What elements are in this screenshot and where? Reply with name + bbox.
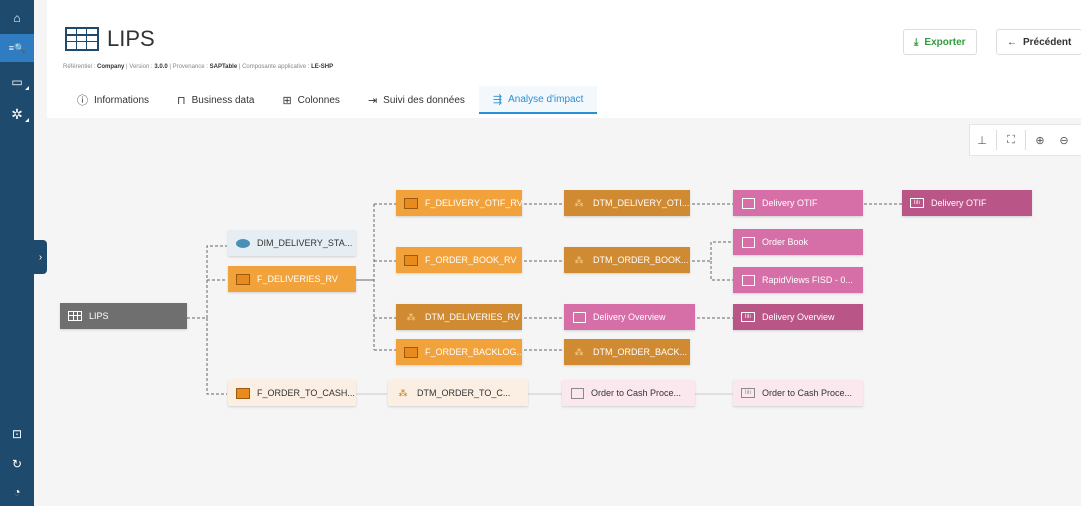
graph-node[interactable]: DIM_DELIVERY_STA...	[228, 230, 356, 256]
graph-node[interactable]: F_ORDER_TO_CASH...	[228, 380, 356, 406]
dashboard-icon: lılı	[908, 196, 926, 210]
graph-node[interactable]: Delivery Overview	[564, 304, 695, 330]
page-title: LIPS	[107, 26, 155, 51]
tab-analyse-impact[interactable]: ⇶ Analyse d'impact	[478, 86, 598, 114]
graph-node[interactable]: F_DELIVERIES_RV	[228, 266, 356, 292]
lineage-icon: ⇥	[367, 94, 378, 107]
graph-node[interactable]: ⁂ DTM_ORDER_BOOK...	[564, 247, 690, 273]
briefcase-icon: ⊓	[177, 94, 186, 107]
box-icon	[402, 196, 420, 210]
tab-informations[interactable]: ⓘ Informations	[63, 86, 163, 114]
tab-business-data[interactable]: ⊓ Business data	[163, 86, 268, 114]
card-icon[interactable]: ▭	[0, 68, 34, 96]
graph-node[interactable]: ⁂ DTM_DELIVERIES_RV	[396, 304, 522, 330]
graph-node[interactable]: Delivery OTIF	[733, 190, 863, 216]
datamart-icon: ⁂	[574, 197, 584, 208]
left-rail: ⌂ ≡🔍 ▭ ✲ ⊡ ↻ ◔	[0, 0, 34, 506]
impact-graph-canvas[interactable]: ⊥ ⛶ ⊕ ⊖ LIPS DIM_DELIVERY_STA... F_DELIV…	[47, 118, 1081, 506]
graph-node[interactable]: F_ORDER_BACKLOG...	[396, 339, 522, 365]
table-icon	[65, 27, 99, 51]
tab-bar: ⓘ Informations ⊓ Business data ⊞ Colonnes ⇥…	[63, 86, 598, 118]
dashboard-icon: lılı	[739, 386, 757, 400]
sidebar-expand-button[interactable]: ›	[34, 240, 47, 274]
dashboard-icon: lılı	[739, 310, 757, 324]
impact-icon: ⇶	[492, 93, 503, 106]
graph-node[interactable]: ⁂ DTM_DELIVERY_OTI...	[564, 190, 690, 216]
report-icon	[568, 386, 586, 400]
arrow-left-icon: ←	[1007, 36, 1017, 48]
box-icon	[402, 253, 420, 267]
import-icon[interactable]: ⊡	[0, 420, 34, 448]
tab-suivi-des-donnees[interactable]: ⇥ Suivi des données	[354, 86, 479, 114]
database-icon	[234, 236, 252, 250]
box-icon	[234, 386, 252, 400]
graph-node[interactable]: F_DELIVERY_OTIF_RV	[396, 190, 522, 216]
page-header: LIPS Référentiel : Company | Version : 3…	[47, 0, 1081, 118]
grid-icon: ⊞	[282, 94, 292, 107]
report-icon	[570, 310, 588, 324]
graph-node[interactable]: lılı Delivery Overview	[733, 304, 863, 330]
tab-colonnes[interactable]: ⊞ Colonnes	[268, 86, 353, 114]
info-icon: ⓘ	[77, 95, 88, 107]
home-icon[interactable]: ⌂	[0, 4, 34, 32]
search-list-icon[interactable]: ≡🔍	[0, 34, 34, 62]
report-icon	[739, 273, 757, 287]
network-icon[interactable]: ✲	[0, 100, 34, 128]
graph-node[interactable]: lılı Delivery OTIF	[902, 190, 1032, 216]
gauge-icon[interactable]: ◔	[0, 478, 34, 506]
report-icon	[739, 196, 757, 210]
box-icon	[234, 272, 252, 286]
app-window: ⌂ ≡🔍 ▭ ✲ ⊡ ↻ ◔ › LIPS Référentiel : Comp…	[0, 0, 1081, 506]
graph-node[interactable]: Order Book	[733, 229, 863, 255]
metadata-line: Référentiel : Company | Version : 3.0.0 …	[63, 64, 334, 70]
graph-node[interactable]: RapidViews FISD - 0...	[733, 267, 863, 293]
previous-button[interactable]: ← Précédent	[996, 29, 1081, 55]
graph-node[interactable]: LIPS	[60, 303, 187, 329]
download-icon: ⤓	[914, 36, 919, 48]
table-icon	[66, 309, 84, 323]
datamart-icon: ⁂	[574, 346, 584, 357]
report-icon	[739, 235, 757, 249]
graph-node[interactable]: ⁂ DTM_ORDER_BACK...	[564, 339, 690, 365]
export-button[interactable]: ⤓ Exporter	[903, 29, 977, 55]
graph-node[interactable]: ⁂ DTM_ORDER_TO_C...	[388, 380, 528, 406]
datamart-icon: ⁂	[574, 254, 584, 265]
refresh-icon[interactable]: ↻	[0, 450, 34, 478]
datamart-icon: ⁂	[406, 311, 416, 322]
graph-node[interactable]: Order to Cash Proce...	[562, 380, 695, 406]
graph-node[interactable]: lılı Order to Cash Proce...	[733, 380, 863, 406]
datamart-icon: ⁂	[398, 387, 408, 398]
graph-node[interactable]: F_ORDER_BOOK_RV	[396, 247, 522, 273]
box-icon	[402, 345, 420, 359]
